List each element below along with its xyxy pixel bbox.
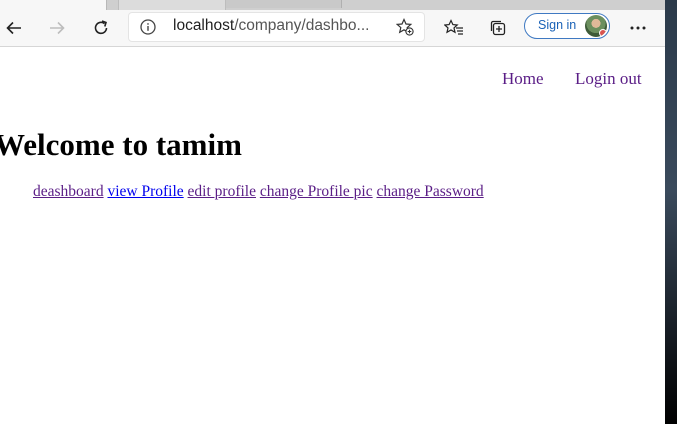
tab-strip — [0, 0, 665, 10]
forward-button[interactable] — [43, 14, 71, 42]
address-bar[interactable]: localhost/company/dashbo... — [128, 12, 425, 42]
tab-inactive[interactable] — [118, 0, 226, 10]
edit-profile-link[interactable]: edit profile — [188, 183, 256, 200]
more-button[interactable] — [624, 14, 652, 42]
nav-home-link[interactable]: Home — [502, 69, 544, 89]
view-profile-link[interactable]: view Profile — [107, 183, 183, 200]
sign-in-button[interactable]: Sign in — [524, 13, 610, 39]
refresh-button[interactable] — [87, 14, 115, 42]
refresh-icon — [94, 20, 108, 35]
sign-in-label: Sign in — [538, 18, 577, 32]
back-button[interactable] — [0, 14, 28, 42]
collections-icon — [490, 20, 506, 36]
favorites-icon — [444, 19, 463, 35]
back-arrow-icon — [6, 21, 21, 35]
change-password-link[interactable]: change Password — [377, 183, 484, 200]
desktop-background-edge — [665, 0, 677, 424]
avatar — [585, 15, 607, 37]
collections-button[interactable] — [484, 14, 512, 42]
page-content: Home Login out Welcome to tamim deashboa… — [0, 47, 665, 424]
more-icon — [630, 26, 646, 30]
address-text[interactable]: localhost/company/dashbo... — [173, 17, 369, 35]
tab-active[interactable] — [0, 0, 107, 10]
change-profile-pic-link[interactable]: change Profile pic — [260, 183, 373, 200]
nav-logout-link[interactable]: Login out — [575, 69, 642, 89]
tab-inactive[interactable] — [226, 0, 342, 8]
address-path: /company/dashbo... — [234, 17, 370, 34]
add-favorite-icon[interactable] — [396, 18, 414, 36]
info-icon[interactable] — [140, 19, 156, 35]
address-host: localhost — [173, 17, 235, 34]
browser-toolbar: localhost/company/dashbo... Sign in — [0, 10, 665, 47]
avatar-badge — [599, 29, 607, 37]
favorites-button[interactable] — [440, 14, 468, 42]
page-title: Welcome to tamim — [0, 127, 242, 162]
forward-arrow-icon — [50, 21, 65, 35]
profile-links: deashboard view Profile edit profile cha… — [33, 183, 484, 201]
dashboard-link[interactable]: deashboard — [33, 183, 104, 200]
